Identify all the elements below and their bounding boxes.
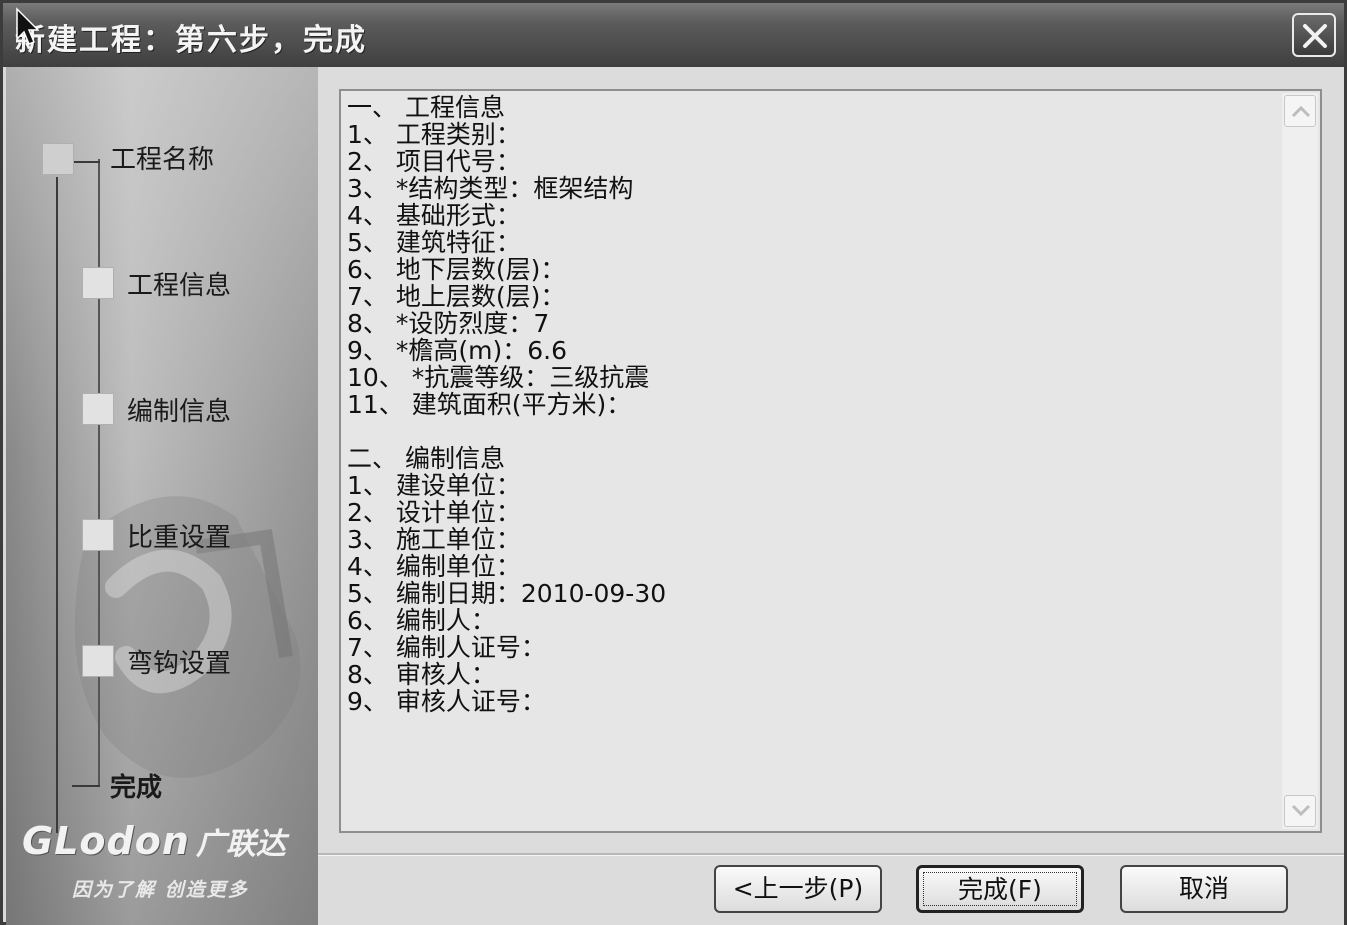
- summary-line: 9、 审核人证号：: [347, 687, 546, 716]
- summary-line: 10、 *抗震等级：三级抗震: [347, 363, 650, 392]
- finish-button[interactable]: 完成(F): [916, 865, 1084, 913]
- steps-connector-line: [56, 177, 58, 833]
- step-label-project-info: 工程信息: [127, 271, 232, 301]
- logo-slogan: 因为了解 创造更多: [72, 879, 249, 901]
- scroll-up-button[interactable]: [1284, 95, 1316, 127]
- step-marker: [82, 267, 114, 299]
- step-connector: [72, 161, 100, 163]
- steps-inner-line: [98, 159, 100, 785]
- close-icon: [1303, 24, 1327, 48]
- wizard-content: 一、 工程信息 1、 工程类别： 2、 项目代号： 3、 *结构类型：框架结构 4、 基…: [318, 67, 1344, 925]
- step-label-project-name: 工程名称: [110, 145, 215, 175]
- summary-line: 7、 编制人证号：: [347, 633, 546, 662]
- step-label-density-settings: 比重设置: [127, 523, 232, 553]
- project-summary-textbox[interactable]: 一、 工程信息 1、 工程类别： 2、 项目代号： 3、 *结构类型：框架结构 4、 基…: [339, 89, 1322, 833]
- window-title: 新建工程：第六步，完成: [15, 23, 367, 58]
- glodon-logo: GLodon 广联达 因为了解 创造更多: [22, 819, 286, 901]
- summary-line: 6、 编制人：: [347, 606, 496, 635]
- button-separator: [318, 853, 1344, 856]
- summary-line: 8、 审核人：: [347, 660, 496, 689]
- summary-line: 4、 编制单位：: [347, 552, 521, 581]
- logo-brand: GLodon: [22, 819, 190, 863]
- close-button[interactable]: [1292, 13, 1336, 57]
- summary-line: 一、 工程信息: [347, 93, 505, 122]
- step-marker: [82, 519, 114, 551]
- summary-line: 3、 *结构类型：框架结构: [347, 174, 634, 203]
- step-marker: [82, 645, 114, 677]
- summary-line: 5、 编制日期：2010-09-30: [347, 579, 667, 608]
- focus-rectangle: [923, 872, 1077, 906]
- step-marker: [82, 393, 114, 425]
- summary-line: [347, 418, 1277, 445]
- mouse-cursor-icon: [16, 7, 39, 45]
- step-connector: [72, 785, 100, 787]
- wizard-steps-sidebar: 工程名称 工程信息 编制信息 比重设置 弯钩设置 完成 GLodon 广联达 因为…: [6, 67, 318, 925]
- scroll-down-button[interactable]: [1284, 795, 1316, 827]
- summary-line: 8、 *设防烈度：7: [347, 309, 550, 338]
- summary-line: 6、 地下层数(层)：: [347, 255, 566, 284]
- summary-text: 一、 工程信息 1、 工程类别： 2、 项目代号： 3、 *结构类型：框架结构 4、 基…: [347, 94, 1277, 715]
- summary-line: 二、 编制信息: [347, 444, 505, 473]
- cancel-button[interactable]: 取消: [1120, 865, 1288, 913]
- step-label-compile-info: 编制信息: [127, 397, 232, 427]
- summary-line: 2、 设计单位：: [347, 498, 521, 527]
- vertical-scrollbar[interactable]: [1282, 93, 1318, 829]
- chevron-down-icon: [1291, 804, 1311, 817]
- summary-line: 1、 工程类别：: [347, 120, 521, 149]
- summary-line: 5、 建筑特征：: [347, 228, 521, 257]
- previous-step-button[interactable]: <上一步(P): [714, 865, 882, 913]
- title-bar[interactable]: 新建工程：第六步，完成: [3, 3, 1344, 67]
- summary-line: 11、 建筑面积(平方米)：: [347, 390, 632, 419]
- step-label-finish: 完成: [110, 773, 163, 803]
- summary-line: 9、 *檐高(m)：6.6: [347, 336, 567, 365]
- step-label-hook-settings: 弯钩设置: [127, 649, 232, 679]
- summary-line: 3、 施工单位：: [347, 525, 521, 554]
- step-marker: [42, 143, 74, 175]
- summary-line: 7、 地上层数(层)：: [347, 282, 566, 311]
- logo-brand-cn: 广联达: [195, 827, 286, 862]
- summary-line: 4、 基础形式：: [347, 201, 521, 230]
- new-project-wizard-dialog: 新建工程：第六步，完成 工程名称 工程信息 编制信息 比重设置 弯钩设置 完成 …: [0, 0, 1347, 925]
- summary-line: 2、 项目代号：: [347, 147, 521, 176]
- chevron-up-icon: [1291, 105, 1311, 118]
- summary-line: 1、 建设单位：: [347, 471, 521, 500]
